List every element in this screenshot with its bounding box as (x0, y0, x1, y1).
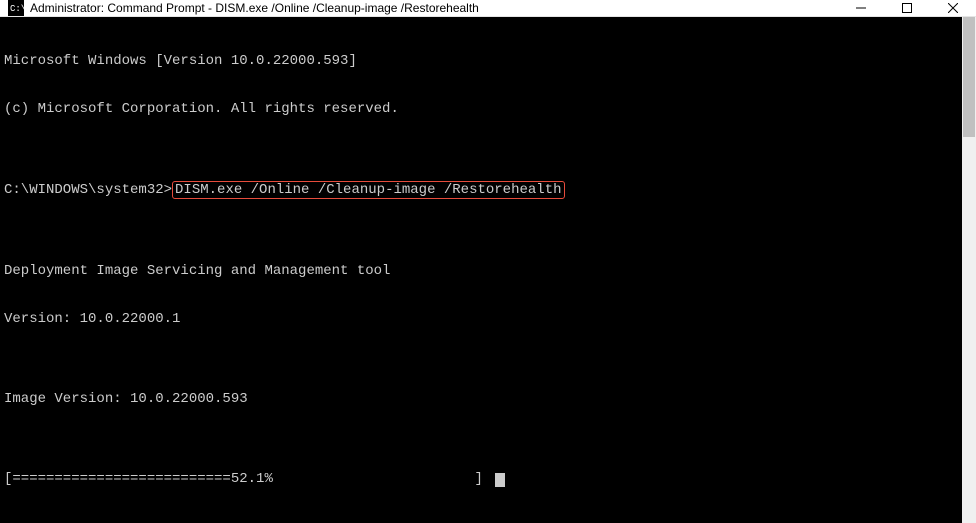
terminal-content[interactable]: Microsoft Windows [Version 10.0.22000.59… (0, 17, 962, 523)
close-button[interactable] (930, 0, 976, 16)
terminal-output-line: Image Version: 10.0.22000.593 (4, 391, 958, 407)
minimize-button[interactable] (838, 0, 884, 16)
progress-gap (273, 471, 475, 487)
progress-line: [==========================52.1% ] (4, 471, 958, 487)
window-title: Administrator: Command Prompt - DISM.exe… (30, 1, 838, 15)
terminal-cursor (495, 473, 505, 487)
prompt-line: C:\WINDOWS\system32>DISM.exe /Online /Cl… (4, 181, 958, 199)
progress-bar-left: [==========================52.1% (4, 471, 273, 487)
terminal-output-line: (c) Microsoft Corporation. All rights re… (4, 101, 958, 117)
command-prompt-window: C:\ Administrator: Command Prompt - DISM… (0, 0, 976, 513)
cmd-icon: C:\ (8, 0, 24, 16)
prompt-path: C:\WINDOWS\system32> (4, 182, 172, 198)
svg-text:C:\: C:\ (10, 4, 24, 14)
vertical-scrollbar[interactable] (962, 17, 976, 523)
terminal-area[interactable]: Microsoft Windows [Version 10.0.22000.59… (0, 17, 976, 523)
scrollbar-thumb[interactable] (963, 17, 975, 137)
maximize-button[interactable] (884, 0, 930, 16)
terminal-output-line: Microsoft Windows [Version 10.0.22000.59… (4, 53, 958, 69)
terminal-output-line: Version: 10.0.22000.1 (4, 311, 958, 327)
terminal-output-line: Deployment Image Servicing and Managemen… (4, 263, 958, 279)
window-controls (838, 0, 976, 16)
highlighted-command: DISM.exe /Online /Cleanup-image /Restore… (172, 181, 564, 199)
titlebar[interactable]: C:\ Administrator: Command Prompt - DISM… (0, 0, 976, 17)
progress-bar-right: ] (474, 471, 491, 487)
